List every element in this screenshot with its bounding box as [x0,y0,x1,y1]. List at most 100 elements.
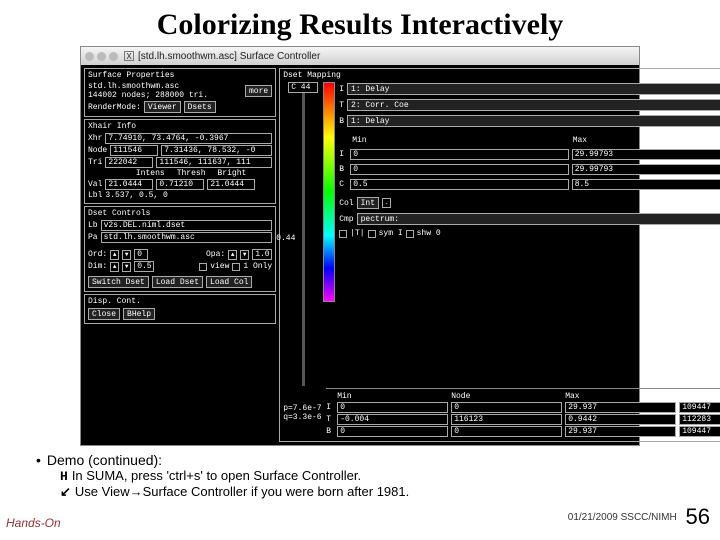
val-1[interactable] [105,179,153,190]
switch-dset-button[interactable]: Switch Dset [88,276,149,288]
tri-field-1[interactable] [105,157,153,168]
node-label: Node [88,146,107,155]
i-min[interactable] [350,149,569,160]
dr-i-n1 [451,402,562,413]
int-select[interactable]: Int [357,197,379,209]
lb-label: Lb [88,221,98,230]
val-label: Val [88,180,102,189]
surface-stats: 144002 nodes; 288000 tri. [88,91,242,100]
dsets-button[interactable]: Dsets [184,101,216,113]
minimize-dot[interactable] [97,52,106,61]
lbl-label: Lbl [88,191,102,200]
close-dot[interactable] [85,52,94,61]
opa-field[interactable] [252,249,272,260]
int-menu[interactable]: - [382,198,391,208]
xhr-field[interactable] [105,133,272,144]
window-titlebar[interactable]: X [std.lh.smoothwm.asc] Surface Controll… [81,47,639,65]
sym-check[interactable] [368,230,376,238]
opa-down[interactable]: ▼ [240,250,249,260]
dr-i-min [337,402,448,413]
ord-up[interactable]: ▲ [110,250,119,260]
c-max[interactable] [572,179,720,190]
page-number: 56 [686,504,710,529]
dr-i-n2 [679,402,720,413]
dim-up[interactable]: ▲ [110,262,119,272]
footer-org: SSCC/NIMH [621,512,677,523]
val-2[interactable] [156,179,204,190]
xhair-title: Xhair Info [88,122,272,131]
more-button[interactable]: more [245,85,272,97]
x11-icon: X [124,51,134,61]
footer-date: 01/21/2009 [568,512,618,523]
dset-mapping-title: Dset Mapping [283,71,720,80]
colorbar[interactable] [323,82,335,302]
dnode-h: Node [451,392,562,401]
dr-b-min [337,426,448,437]
view-check[interactable] [199,263,207,271]
shw0-check[interactable] [406,230,414,238]
zoom-dot[interactable] [109,52,118,61]
render-mode-select[interactable]: Viewer [144,101,181,113]
dr-t-min [337,414,448,425]
dr-t-max [565,414,676,425]
i-label: I [339,85,344,94]
i-max[interactable] [572,149,720,160]
c44-field[interactable] [288,82,318,93]
only-check[interactable] [232,263,240,271]
c-min[interactable] [350,179,569,190]
abs-label: |T| [350,229,364,238]
b-select[interactable]: 1: Delay [347,115,720,127]
dset-mapping-section: Dset Mapping 0.44 I 1: Delay [279,68,720,442]
cmp-select[interactable]: pectrum: [357,213,720,225]
window-controls[interactable] [85,52,118,61]
thresh-label: Thresh [177,169,206,178]
i-select[interactable]: 1: Delay [347,83,720,95]
b-min[interactable] [350,164,569,175]
footer-right: 01/21/2009 SSCC/NIMH 56 [568,504,710,530]
dset-controls-title: Dset Controls [88,209,272,218]
pa-field[interactable] [101,232,273,243]
dim-field[interactable] [134,261,154,272]
colorbar-value: 0.44 [276,234,295,243]
dim-label: Dim: [88,262,107,271]
val-3[interactable] [207,179,255,190]
close-button[interactable]: Close [88,308,120,320]
xhair-info-section: Xhair Info Xhr Node Tri Intens T [84,119,276,204]
dr-b-n2 [679,426,720,437]
dr-b-max [565,426,676,437]
threshold-slider-track[interactable] [302,93,305,386]
bhelp-button[interactable]: BHelp [123,308,155,320]
ord-field[interactable] [134,249,148,260]
dr-t-n1 [451,414,562,425]
t-select[interactable]: 2: Corr. Coe [347,99,720,111]
tri-field-2[interactable] [156,157,272,168]
demo-line: Demo (continued): [36,452,700,468]
dim-down[interactable]: ▼ [122,262,131,272]
mapping-controls: I 1: Delay ? v T 2: Corr. Coe ? v [339,82,720,386]
ord-down[interactable]: ▼ [122,250,131,260]
load-col-button[interactable]: Load Col [206,276,252,288]
b-label: B [339,117,344,126]
opa-up[interactable]: ▲ [228,250,237,260]
ord-label: Ord: [88,250,107,259]
dmax-h: Max [565,392,676,401]
pa-label: Pa [88,233,98,242]
load-dset-button[interactable]: Load Dset [152,276,203,288]
abs-check[interactable] [339,230,347,238]
hand-icon: H [60,469,68,484]
intens-label: Intens [136,169,165,178]
disp-cont-section: Disp. Cont. Close BHelp [84,294,276,324]
lb-field[interactable] [101,220,273,231]
left-panel: Surface Properties std.lh.smoothwm.asc 1… [84,68,276,442]
dset-controls-section: Dset Controls Lb Pa Ord: ▲ ▼ Opa: ▲ [84,206,276,292]
b-max[interactable] [572,164,720,175]
surface-properties-section: Surface Properties std.lh.smoothwm.asc 1… [84,68,276,117]
slide-bullets: Demo (continued): HIn SUMA, press 'ctrl+… [0,446,720,500]
lbl-value: 3.537, 0.5, 0 [105,191,167,200]
pval-1: p=7.6e-7 [283,404,323,413]
node-field-1[interactable] [110,145,158,156]
view-label: view [210,262,229,271]
col-label: Col [339,199,353,208]
node-field-2[interactable] [161,145,272,156]
surface-controller-window: X [std.lh.smoothwm.asc] Surface Controll… [80,46,640,446]
